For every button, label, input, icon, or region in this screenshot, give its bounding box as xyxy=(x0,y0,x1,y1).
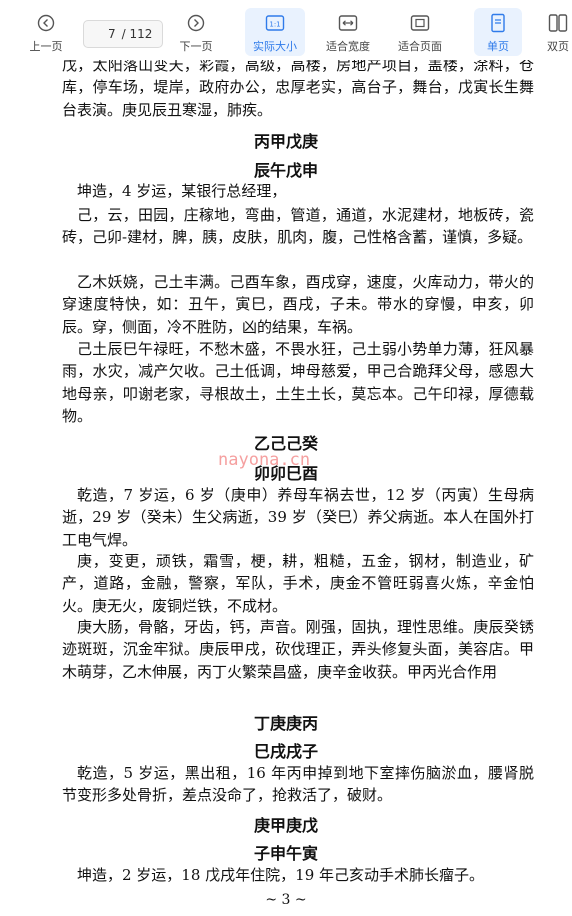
double-page-button[interactable]: 双页 xyxy=(536,8,572,56)
actual-size-button[interactable]: 1:1 实际大小 xyxy=(245,8,305,56)
body-paragraph: 己，云，田园，庄稼地，弯曲，管道，通道，水泥建材，地板砖，瓷砖，己卯-建材，脾，… xyxy=(62,206,534,247)
single-page-button[interactable]: 单页 xyxy=(474,8,522,56)
body-paragraph: 坤造，2 岁运，18 戊戌年住院，19 年己亥动手术肺长瘤子。 xyxy=(77,866,485,884)
body-paragraph: 乙木妖娆，己土丰满。己酉车象，酉戌穿，速度，火库动力，带火的穿速度特快，如：丑午… xyxy=(62,273,534,336)
section-heading: 巳戌戌子 xyxy=(253,742,318,761)
next-page-label: 下一页 xyxy=(179,40,213,53)
fit-page-icon xyxy=(409,12,431,34)
actual-size-icon: 1:1 xyxy=(264,12,286,34)
page-number: ~ 3 ~ xyxy=(265,892,307,908)
fit-page-label: 适合页面 xyxy=(398,40,442,53)
document-page: 戊，太阳落山变天，彩霞，高级，高楼，房地产项目，盖楼，涂料，仓库，停车场，堤岸，… xyxy=(0,60,572,916)
current-page-input[interactable] xyxy=(93,27,116,41)
double-page-icon xyxy=(547,12,569,34)
body-paragraph: 坤造，4 岁运，某银行总经理， xyxy=(77,182,287,200)
section-heading: 辰午戊申 xyxy=(253,161,318,180)
section-heading: 丙甲戊庚 xyxy=(253,132,318,151)
body-paragraph: 庚大肠，骨骼，牙齿，钙，声音。刚强，固执，理性思维。庚辰癸锈迹斑斑，沉金牢狱。庚… xyxy=(62,618,534,681)
prev-page-label: 上一页 xyxy=(29,40,63,53)
total-pages: / 112 xyxy=(121,27,153,41)
fit-width-label: 适合宽度 xyxy=(326,40,370,53)
body-paragraph: 乾造，5 岁运，黑出租，16 年丙申掉到地下室摔伤脑淤血，腰肾脱节变形多处骨折，… xyxy=(62,764,534,805)
svg-text:1:1: 1:1 xyxy=(269,21,280,29)
body-paragraph: 己土辰巳午禄旺，不愁木盛，不畏水狂，己土弱小势单力薄，狂风暴雨，水灾，减产欠收。… xyxy=(62,340,534,426)
single-page-label: 单页 xyxy=(487,40,509,53)
next-page-button[interactable]: 下一页 xyxy=(170,8,222,56)
fit-width-icon xyxy=(337,12,359,34)
body-paragraph: 乾造，7 岁运，6 岁（庚申）养母车祸去世，12 岁（丙寅）生母病逝，29 岁（… xyxy=(62,486,534,549)
prev-page-button[interactable]: 上一页 xyxy=(20,8,72,56)
chevron-left-circle-icon xyxy=(35,12,57,34)
double-page-label: 双页 xyxy=(547,40,569,53)
section-heading: 庚甲庚戊 xyxy=(253,816,318,835)
reader-toolbar: 上一页 / 112 下一页 1:1 实际大小 适合宽度 适合页面 单页 xyxy=(0,0,572,60)
section-heading: 子申午寅 xyxy=(253,844,318,863)
body-paragraph: 戊，太阳落山变天，彩霞，高级，高楼，房地产项目，盖楼，涂料，仓库，停车场，堤岸，… xyxy=(62,60,534,119)
section-heading: 丁庚庚丙 xyxy=(253,714,318,733)
body-paragraph: 庚，变更，顽铁，霜雪，梗，耕，粗糙，五金，钢材，制造业，矿产，道路，金融，警察，… xyxy=(62,552,534,615)
single-page-icon xyxy=(487,12,509,34)
fit-width-button[interactable]: 适合宽度 xyxy=(318,8,378,56)
section-heading: 卯卯巳酉 xyxy=(253,464,318,483)
actual-size-label: 实际大小 xyxy=(253,40,297,53)
chevron-right-circle-icon xyxy=(185,12,207,34)
fit-page-button[interactable]: 适合页面 xyxy=(390,8,450,56)
page-indicator: / 112 xyxy=(83,20,163,48)
